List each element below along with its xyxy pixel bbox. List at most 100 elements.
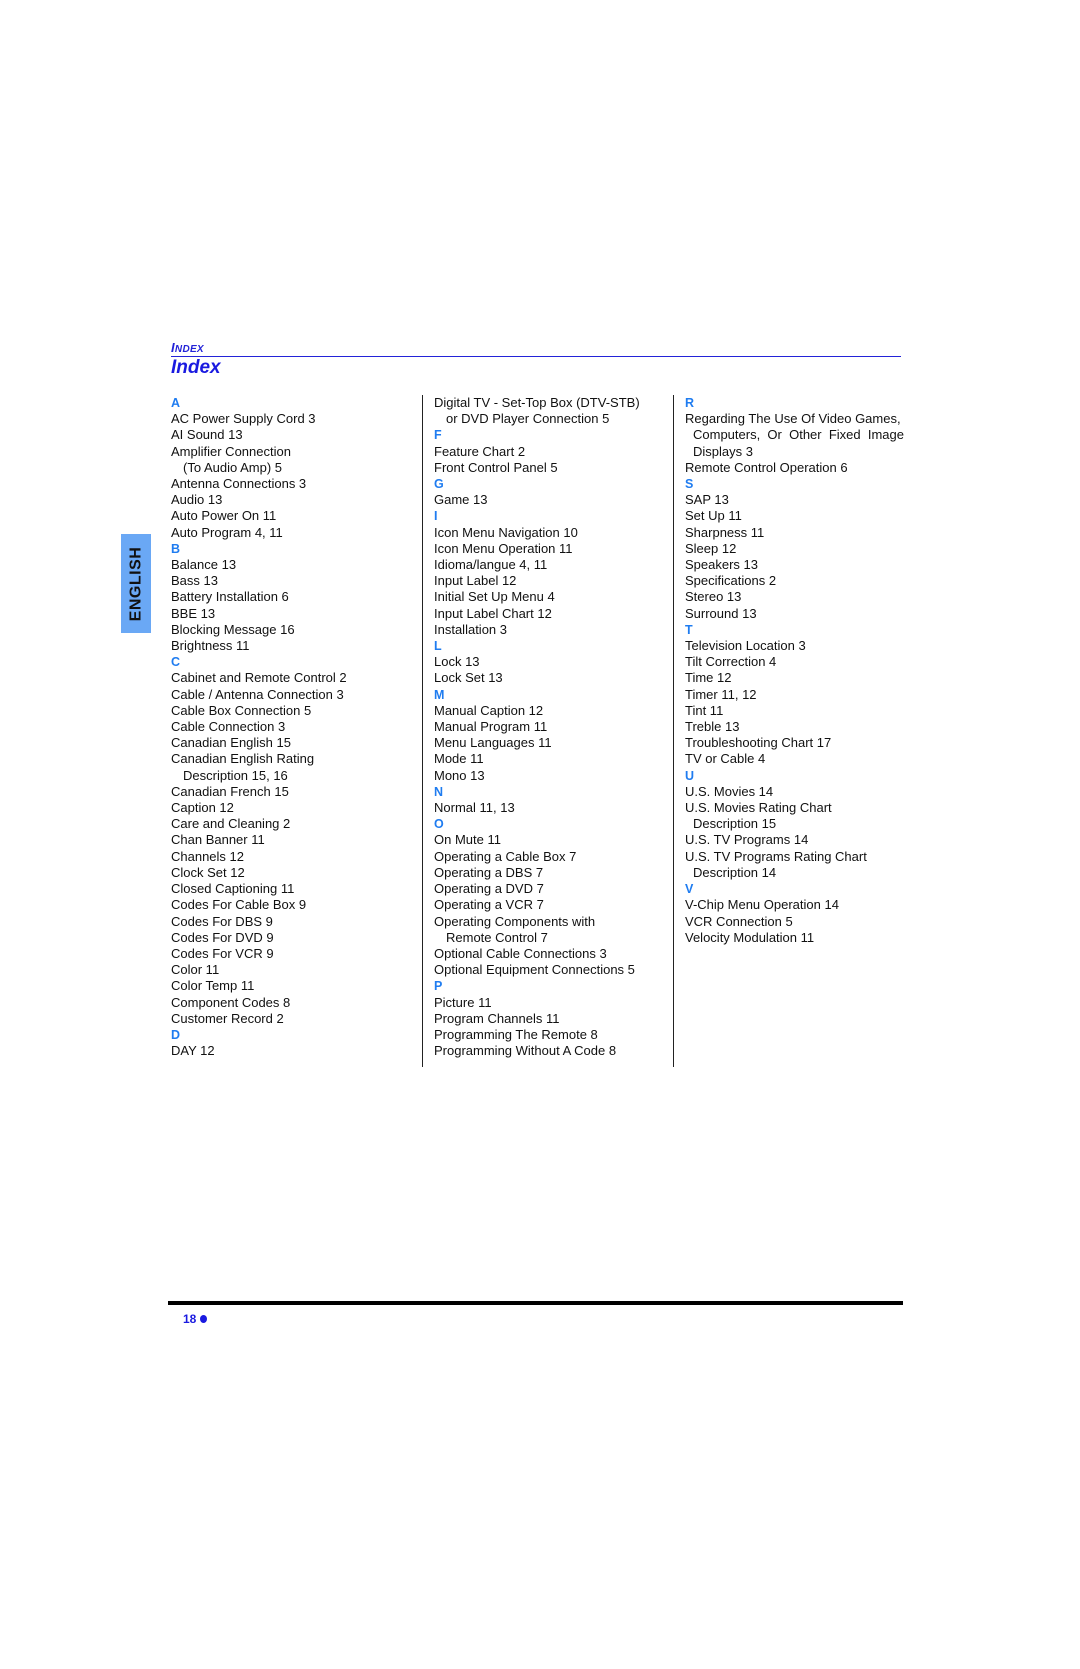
index-entry: Sharpness 11	[685, 524, 765, 540]
index-entry: Installation 3	[434, 621, 507, 637]
index-entry: Menu Languages 11	[434, 735, 552, 751]
index-entry: Input Label Chart 12	[434, 605, 552, 621]
index-entry: Description 15, 16	[183, 767, 288, 783]
index-entry: Canadian English Rating	[171, 751, 315, 767]
index-entry: Input Label 12	[434, 573, 517, 589]
index-entry: DAY 12	[171, 1043, 215, 1059]
index-letter-heading: D	[171, 1027, 181, 1042]
index-entry: Surround 13	[685, 605, 757, 621]
index-entry: Idioma/langue 4, 11	[434, 557, 548, 573]
index-entry: Cabinet and Remote Control 2	[171, 670, 347, 686]
index-entry: Optional Cable Connections 3	[434, 945, 607, 961]
index-entry: U.S. Movies 14	[685, 783, 774, 799]
index-column-2: Digital TV - Set-Top Box (DTV-STB) or DVD…	[422, 395, 658, 1067]
language-tab: ENGLISH	[121, 534, 151, 633]
index-entry: Normal 11, 13	[434, 800, 515, 816]
index-entry: Codes For Cable Box 9	[171, 897, 307, 913]
index-entry: Icon Menu Operation 11	[434, 540, 573, 556]
index-entry: Auto Power On 11	[171, 508, 277, 524]
index-entry: Treble 13	[685, 719, 740, 735]
index-entry: Closed Captioning 11	[171, 881, 295, 897]
index-entry: Remote Control Operation 6	[685, 459, 848, 475]
index-entry: Caption 12	[171, 800, 234, 816]
index-entry: (To Audio Amp) 5	[183, 459, 282, 475]
index-entry: Programming The Remote 8	[434, 1026, 598, 1042]
index-entry: Picture 11	[434, 994, 492, 1010]
index-entry: Canadian English 15	[171, 735, 291, 751]
index-entry: Sleep 12	[685, 540, 737, 556]
index-letter-heading: G	[434, 477, 444, 492]
index-entry: Tilt Correction 4	[685, 654, 777, 670]
index-entry: Cable Connection 3	[171, 719, 286, 735]
index-entry: Description 14	[693, 864, 777, 880]
index-entry: Auto Program 4, 11	[171, 524, 283, 540]
index-entry: Manual Caption 12	[434, 702, 544, 718]
section-label-rest: NDEX	[174, 344, 204, 355]
index-entry: U.S. Movies Rating Chart	[685, 800, 832, 816]
index-entry: Operating a Cable Box 7	[434, 848, 577, 864]
index-entry: Stereo 13	[685, 589, 742, 605]
index-letter-heading: N	[434, 784, 444, 799]
page-number: 18	[183, 1312, 208, 1326]
index-entry: Programming Without A Code 8	[434, 1043, 617, 1059]
index-entry: Customer Record 2	[171, 1010, 284, 1026]
index-entry: Initial Set Up Menu 4	[434, 589, 555, 605]
index-entry: U.S. TV Programs 14	[685, 832, 809, 848]
index-entry: Chan Banner 11	[171, 832, 265, 848]
index-letter-heading: F	[434, 428, 442, 443]
index-entry: Brightness 11	[171, 638, 250, 654]
index-column-content: Digital TV - Set-Top Box (DTV-STB) or DVD…	[434, 395, 658, 1059]
index-letter-heading: M	[434, 687, 445, 702]
section-label: INDEX	[171, 340, 204, 355]
index-entry: Channels 12	[171, 848, 244, 864]
index-letter-heading: O	[434, 817, 444, 832]
footer-rule	[168, 1301, 903, 1305]
index-entry: Velocity Modulation 11	[685, 929, 815, 945]
index-entry: Operating a DBS 7	[434, 864, 544, 880]
index-entry: Program Channels 11	[434, 1010, 560, 1026]
index-entry: Blocking Message 16	[171, 621, 295, 637]
index-entry: Front Control Panel 5	[434, 459, 558, 475]
index-entry: Color Temp 11	[171, 978, 255, 994]
index-entry: SAP 13	[685, 492, 729, 508]
index-entry: Operating a DVD 7	[434, 881, 544, 897]
index-column-3: R Regarding The Use Of Video Games, Comput…	[673, 395, 904, 1067]
index-entry: Cable Box Connection 5	[171, 702, 312, 718]
index-entry: Color 11	[171, 962, 220, 978]
index-entry: Speakers 13	[685, 557, 758, 573]
index-letter-heading: I	[434, 509, 438, 524]
index-entry: Codes For DBS 9	[171, 913, 273, 929]
index-entry: Game 13	[434, 492, 488, 508]
index-entry: Balance 13	[171, 557, 237, 573]
index-entry: Audio 13	[171, 492, 223, 508]
index-entry: Feature Chart 2	[434, 443, 526, 459]
index-entry: V-Chip Menu Operation 14	[685, 897, 839, 913]
index-letter-heading: L	[434, 639, 442, 654]
index-entry: Lock 13	[434, 654, 480, 670]
page-title: Index	[171, 357, 221, 378]
index-letter-heading: U	[685, 768, 695, 783]
index-entry: Mode 11	[434, 751, 484, 767]
index-column-content: R Regarding The Use Of Video Games, Comput…	[685, 395, 904, 946]
index-letter-heading: C	[171, 655, 181, 670]
index-entry: Battery Installation 6	[171, 589, 289, 605]
index-entry: Television Location 3	[685, 638, 806, 654]
index-entry: Clock Set 12	[171, 864, 245, 880]
index-entry: Icon Menu Navigation 10	[434, 524, 578, 540]
index-entry: Manual Program 11	[434, 719, 548, 735]
index-entry: AC Power Supply Cord 3	[171, 411, 316, 427]
index-entry: BBE 13	[171, 605, 216, 621]
index-entry: Set Up 11	[685, 508, 742, 524]
language-tab-label: ENGLISH	[127, 546, 144, 621]
index-column-1: A AC Power Supply Cord 3 AI Sound 13 Amplif…	[171, 395, 406, 1059]
index-entry: On Mute 11	[434, 832, 501, 848]
bullet-dot-icon	[200, 1315, 208, 1323]
index-entry: TV or Cable 4	[685, 751, 766, 767]
index-entry: Timer 11, 12	[685, 686, 757, 702]
index-entry: Codes For VCR 9	[171, 945, 274, 961]
index-entry: Cable / Antenna Connection 3	[171, 686, 344, 702]
index-entry: U.S. TV Programs Rating Chart	[685, 848, 867, 864]
index-letter-heading: P	[434, 979, 443, 994]
index-entry: Computers, Or Other Fixed Image	[693, 427, 904, 443]
index-entry: Lock Set 13	[434, 670, 503, 686]
